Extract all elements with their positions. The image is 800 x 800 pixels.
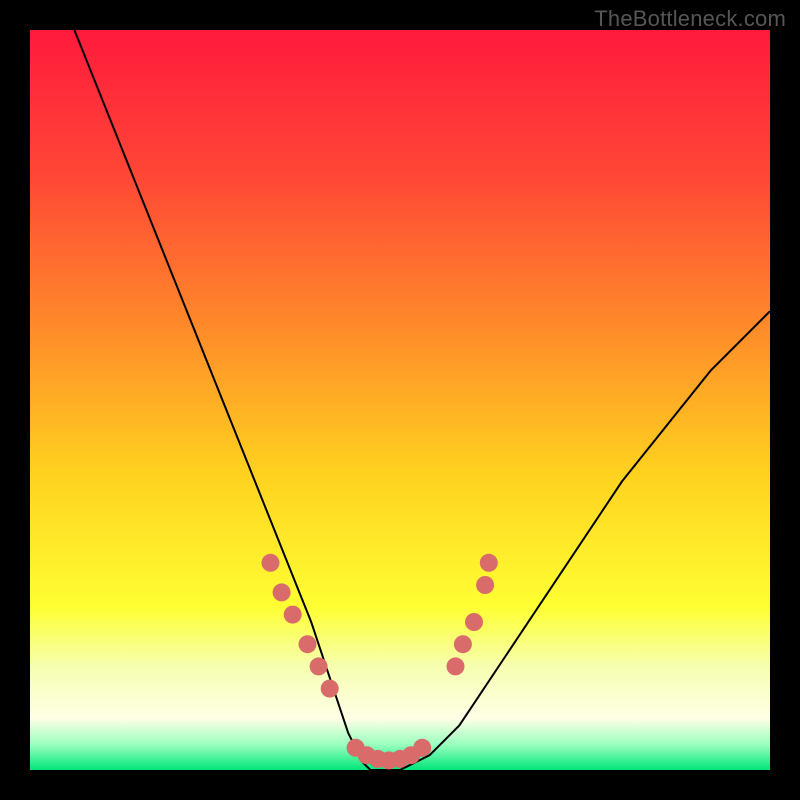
data-marker <box>299 635 317 653</box>
data-marker <box>413 739 431 757</box>
data-marker <box>447 657 465 675</box>
gradient-background <box>30 30 770 770</box>
data-marker <box>480 554 498 572</box>
data-marker <box>454 635 472 653</box>
data-marker <box>321 680 339 698</box>
bottleneck-chart <box>30 30 770 770</box>
data-marker <box>476 576 494 594</box>
watermark-text: TheBottleneck.com <box>594 6 786 32</box>
data-marker <box>310 657 328 675</box>
data-marker <box>262 554 280 572</box>
chart-frame: TheBottleneck.com <box>0 0 800 800</box>
data-marker <box>273 583 291 601</box>
data-marker <box>284 606 302 624</box>
data-marker <box>465 613 483 631</box>
